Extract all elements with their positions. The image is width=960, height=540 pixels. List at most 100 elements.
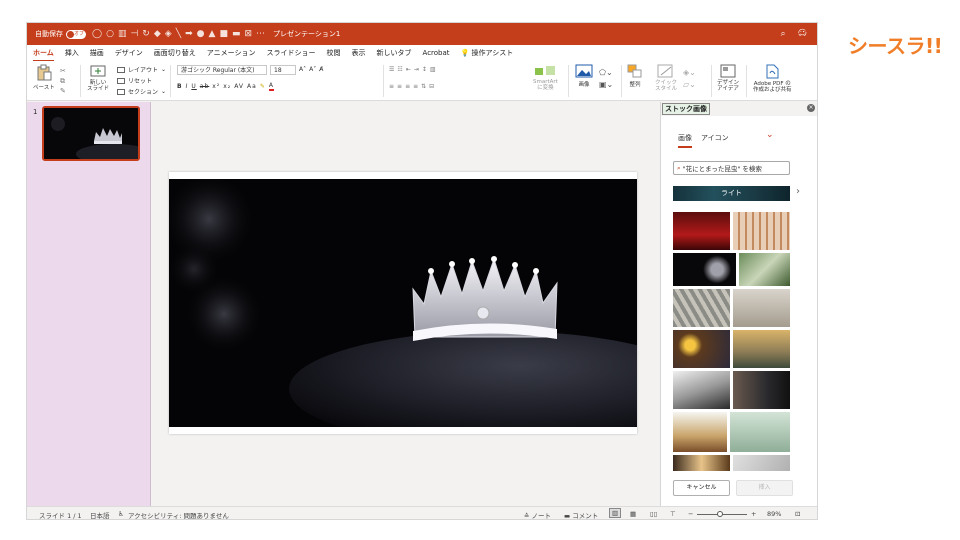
quick-styles-button[interactable]: クイック スタイル bbox=[655, 64, 677, 92]
justify-icon[interactable]: ≡ bbox=[413, 83, 418, 90]
autosave-control[interactable]: 自動保存 オフ bbox=[35, 29, 86, 39]
chart-icon[interactable]: ▥ bbox=[118, 29, 127, 39]
stock-image-sunset-field[interactable] bbox=[733, 330, 790, 368]
stock-image-crown[interactable] bbox=[673, 253, 736, 286]
stock-image-sunburst[interactable] bbox=[673, 455, 730, 471]
clear-format-icon[interactable]: A̸ bbox=[319, 66, 323, 73]
fit-to-window-icon[interactable]: ⊡ bbox=[795, 510, 800, 518]
language-indicator[interactable]: 日本語 bbox=[90, 510, 110, 519]
arrange-button[interactable]: 整列 bbox=[627, 64, 643, 88]
notes-button[interactable]: ≙ ノート bbox=[524, 510, 551, 519]
numbering-icon[interactable]: ☷ bbox=[397, 66, 402, 73]
stock-image-abstract[interactable] bbox=[733, 455, 790, 471]
slide-crown-photo[interactable] bbox=[169, 179, 637, 427]
align-left-icon[interactable]: ≡ bbox=[389, 83, 394, 90]
chevron-down-icon[interactable]: ⌄ bbox=[766, 130, 774, 140]
stock-search-input[interactable]: ⌕ "花にとまった昆虫" を検索 bbox=[673, 161, 790, 175]
bullets-icon[interactable]: ☰ bbox=[389, 66, 394, 73]
close-icon[interactable]: × bbox=[807, 104, 815, 112]
highlight-icon[interactable]: ✎ bbox=[260, 83, 266, 90]
strikethrough-icon[interactable]: ab bbox=[200, 83, 210, 90]
change-case-icon[interactable]: Aa bbox=[247, 83, 257, 90]
zoom-out-icon[interactable]: − bbox=[688, 510, 693, 518]
align-text-icon[interactable]: ⊟ bbox=[429, 83, 434, 90]
ribbon-tab-8[interactable]: 校閲 bbox=[327, 48, 341, 58]
design-ideas-button[interactable]: デザイン アイデア bbox=[717, 64, 739, 92]
stock-image-dog-heart[interactable] bbox=[673, 412, 727, 452]
fill-icon[interactable]: ◆ bbox=[154, 29, 161, 39]
rectangle-icon[interactable]: ▬ bbox=[232, 29, 241, 39]
chevron-right-icon[interactable]: › bbox=[796, 186, 800, 197]
columns-icon[interactable]: ▥ bbox=[430, 66, 436, 73]
shapes-icon[interactable]: ⬠⌄ bbox=[599, 67, 613, 79]
adobe-pdf-button[interactable]: Adobe PDF の 作成および共有 bbox=[753, 64, 792, 93]
ribbon-tab-7[interactable]: スライドショー bbox=[267, 48, 316, 58]
circle-shape-icon[interactable]: ○ bbox=[106, 29, 114, 39]
stock-image-bokeh-lights[interactable] bbox=[673, 330, 730, 368]
oval-shape-icon[interactable]: ◯ bbox=[92, 29, 102, 39]
comment-button[interactable]: ▭ コメント bbox=[770, 25, 815, 37]
picture-button[interactable]: 画像 bbox=[575, 64, 593, 88]
tab-icons[interactable]: アイコン bbox=[701, 133, 729, 148]
stock-image-wood-texture[interactable] bbox=[673, 289, 730, 327]
slideshow-icon[interactable]: ⊤ bbox=[670, 510, 676, 518]
font-size-select[interactable]: 18 bbox=[270, 64, 296, 75]
slide-thumbnail[interactable] bbox=[42, 106, 140, 161]
triangle-icon[interactable]: ▲ bbox=[209, 29, 216, 39]
arrow-right-icon[interactable]: ➡ bbox=[185, 29, 193, 39]
line-icon[interactable]: ╲ bbox=[176, 29, 181, 39]
ribbon-tab-3[interactable]: 描画 bbox=[90, 48, 104, 58]
grow-font-icon[interactable]: A˄ bbox=[299, 66, 306, 73]
indent-increase-icon[interactable]: ⇥ bbox=[414, 66, 419, 73]
stock-image-man-glasses[interactable] bbox=[733, 371, 790, 409]
share-button[interactable]: ⇪ 共有 bbox=[736, 25, 767, 37]
ribbon-tab-2[interactable]: 挿入 bbox=[65, 48, 79, 58]
slide-editor[interactable] bbox=[169, 172, 637, 434]
ribbon-tab-5[interactable]: 画面切り替え bbox=[154, 48, 196, 58]
ribbon-tab-4[interactable]: デザイン bbox=[115, 48, 143, 58]
copy-icon[interactable]: ⧉ bbox=[60, 76, 66, 86]
stock-image-office-man[interactable] bbox=[733, 289, 790, 327]
dot-icon[interactable]: ● bbox=[197, 29, 205, 39]
convert-smartart-button[interactable]: SmartArt に変換 bbox=[533, 65, 558, 91]
align-right-icon[interactable]: ≡ bbox=[405, 83, 410, 90]
new-slide-button[interactable]: 新しい スライド bbox=[87, 64, 109, 92]
rotate-icon[interactable]: ↻ bbox=[142, 29, 150, 39]
char-spacing-icon[interactable]: AV bbox=[234, 83, 244, 90]
stock-image-woman-plants[interactable] bbox=[739, 253, 790, 286]
stock-image-laptop[interactable] bbox=[673, 371, 730, 409]
zoom-slider-handle[interactable] bbox=[717, 511, 723, 517]
comments-button[interactable]: ▬ コメント bbox=[564, 510, 598, 519]
slide-sorter-icon[interactable]: ▦ bbox=[630, 510, 636, 518]
stock-image-matches[interactable] bbox=[733, 212, 790, 250]
accessibility-status[interactable]: アクセシビリティ: 問題ありません bbox=[128, 510, 229, 519]
ribbon-tab-1[interactable]: ホーム bbox=[33, 48, 54, 62]
tab-images[interactable]: 画像 bbox=[678, 133, 692, 148]
autosave-toggle[interactable]: オフ bbox=[66, 29, 86, 39]
superscript-icon[interactable]: x² bbox=[212, 83, 220, 90]
normal-view-icon[interactable]: ▥ bbox=[609, 508, 622, 518]
shrink-font-icon[interactable]: A˅ bbox=[309, 66, 316, 73]
connector-icon[interactable]: ⊣ bbox=[130, 29, 138, 39]
more-icon[interactable]: ⋯ bbox=[256, 29, 265, 39]
reading-view-icon[interactable]: ▯▯ bbox=[650, 510, 657, 518]
cancel-button[interactable]: キャンセル bbox=[673, 480, 730, 496]
ribbon-tab-11[interactable]: Acrobat bbox=[423, 49, 450, 57]
tell-me-search[interactable]: 💡 操作アシスト bbox=[461, 48, 514, 58]
textbox-icon[interactable]: ▣⌄ bbox=[599, 79, 613, 91]
accessibility-icon[interactable]: ♿ bbox=[118, 510, 124, 518]
insert-button[interactable]: 挿入 bbox=[736, 480, 793, 496]
font-name-select[interactable]: 游ゴシック Regular (本文) bbox=[177, 64, 267, 75]
subscript-icon[interactable]: x₂ bbox=[223, 83, 231, 90]
square-icon[interactable]: ■ bbox=[219, 29, 228, 39]
ribbon-tab-9[interactable]: 表示 bbox=[352, 48, 366, 58]
category-chip-light[interactable]: ライト bbox=[673, 186, 790, 201]
zoom-in-icon[interactable]: + bbox=[751, 510, 756, 518]
stock-image-theater[interactable] bbox=[673, 212, 730, 250]
shape-fill-icon[interactable]: ◈⌄ bbox=[683, 67, 696, 79]
italic-icon[interactable]: I bbox=[186, 83, 189, 90]
grid-icon[interactable]: ⊠ bbox=[244, 29, 252, 39]
cut-icon[interactable]: ✂ bbox=[60, 66, 66, 76]
text-direction-icon[interactable]: ⇅ bbox=[421, 83, 426, 90]
align-center-icon[interactable]: ≡ bbox=[397, 83, 402, 90]
